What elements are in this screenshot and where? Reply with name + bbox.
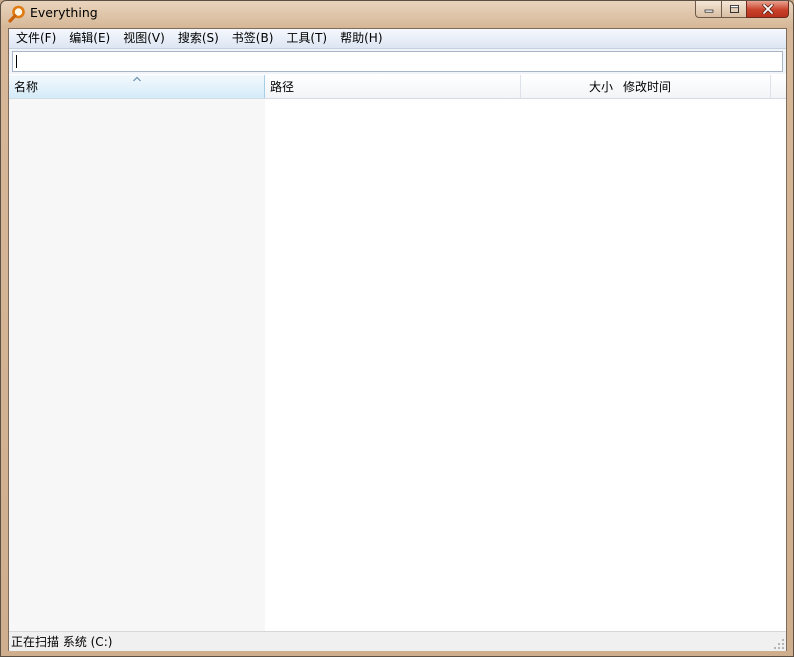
menu-help[interactable]: 帮助(H) <box>334 30 388 47</box>
menu-file[interactable]: 文件(F) <box>10 30 62 47</box>
column-header-path[interactable]: 路径 <box>265 75 521 98</box>
column-modified-label: 修改时间 <box>623 80 672 94</box>
name-column-highlight <box>9 99 265 631</box>
column-size-label: 大小 <box>588 80 613 94</box>
status-bar: 正在扫描 系统 (C:) <box>9 631 786 651</box>
status-text: 正在扫描 系统 (C:) <box>11 635 113 649</box>
maximize-icon <box>729 5 739 13</box>
minimize-icon <box>704 9 713 13</box>
app-window: Everything 文件(F) 编辑(E) 视图(V) 搜索(S) 书签(B)… <box>0 0 794 657</box>
column-path-label: 路径 <box>270 80 295 94</box>
menu-edit[interactable]: 编辑(E) <box>63 30 116 47</box>
resize-grip-icon[interactable] <box>773 638 785 650</box>
results-list[interactable] <box>9 99 786 631</box>
menu-bookmarks[interactable]: 书签(B) <box>226 30 280 47</box>
column-name-label: 名称 <box>14 80 39 94</box>
column-header-modified[interactable]: 修改时间 <box>617 75 771 98</box>
search-input[interactable] <box>12 51 783 72</box>
menu-view[interactable]: 视图(V) <box>117 30 171 47</box>
caption-buttons <box>695 1 789 19</box>
column-header-name[interactable]: 名称 <box>9 75 265 98</box>
title-bar[interactable]: Everything <box>1 1 793 27</box>
magnifier-icon <box>8 5 25 23</box>
client-area: 文件(F) 编辑(E) 视图(V) 搜索(S) 书签(B) 工具(T) 帮助(H… <box>8 28 787 651</box>
sort-ascending-icon <box>133 76 141 82</box>
menu-bar: 文件(F) 编辑(E) 视图(V) 搜索(S) 书签(B) 工具(T) 帮助(H… <box>9 29 786 49</box>
column-header: 名称 路径 大小 修改时间 <box>9 75 786 99</box>
column-header-size[interactable]: 大小 <box>521 75 617 98</box>
minimize-button[interactable] <box>695 1 721 18</box>
text-caret <box>16 55 17 68</box>
column-header-filler <box>771 75 786 98</box>
menu-tools[interactable]: 工具(T) <box>280 30 333 47</box>
close-icon <box>761 4 774 14</box>
window-title: Everything <box>30 5 98 20</box>
close-button[interactable] <box>746 1 789 18</box>
search-bar <box>9 49 786 74</box>
maximize-button[interactable] <box>721 1 746 18</box>
menu-search[interactable]: 搜索(S) <box>172 30 225 47</box>
